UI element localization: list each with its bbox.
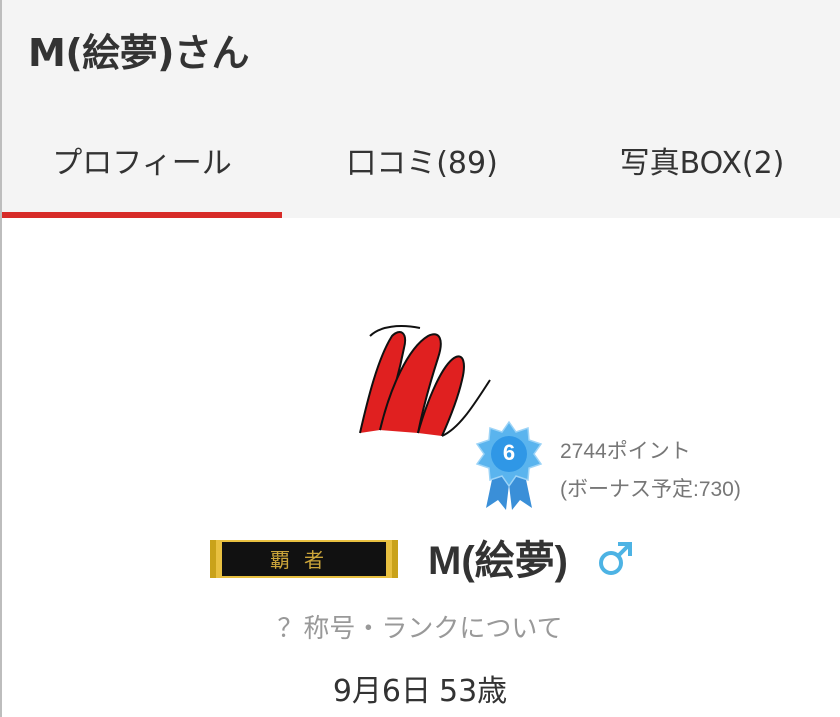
header-bar: M(絵夢)さん プロフィール 口コミ(89) 写真BOX(2) [0,0,840,218]
age: 53歳 [439,674,508,709]
points-info: 2744ポイント (ボーナス予定:730) [560,433,741,509]
title-badge-text: 覇者 [270,548,338,572]
points-value: 2744ポイント [560,440,691,463]
rank-level: 6 [502,440,516,465]
user-name: M(絵夢) [428,539,568,583]
tab-bar: プロフィール 口コミ(89) 写真BOX(2) [2,120,840,218]
birthday-age: 9月6日 53歳 [0,666,840,710]
bonus-points: (ボーナス予定:730) [560,478,741,501]
page-title: M(絵夢)さん [28,31,250,75]
male-icon [599,542,632,575]
title-badge: 覇者 [210,540,398,578]
birthday: 9月6日 [332,674,431,709]
calligraphy-m-logo-icon [359,325,491,437]
tab-photo-box[interactable]: 写真BOX(2) [562,120,840,218]
rank-info-link[interactable]: ？称号・ランクについて [0,608,840,645]
tab-profile[interactable]: プロフィール [2,120,282,218]
tab-reviews[interactable]: 口コミ(89) [282,120,562,218]
